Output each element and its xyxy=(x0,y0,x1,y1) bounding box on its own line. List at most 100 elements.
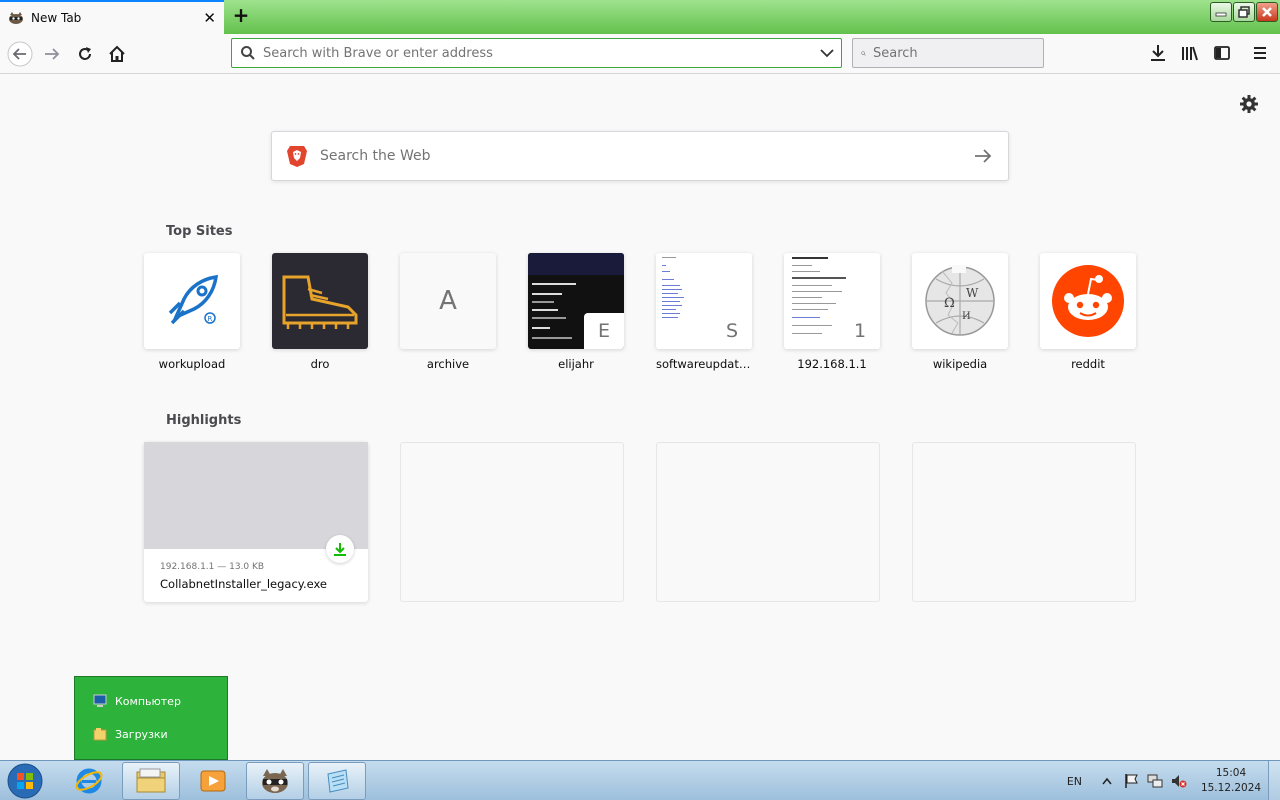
site-letter: S xyxy=(712,313,752,349)
site-tile: Ω W И xyxy=(912,253,1008,349)
reddit-alien-icon xyxy=(1052,265,1124,337)
site-tile: S xyxy=(656,253,752,349)
taskbar-notepad[interactable] xyxy=(308,762,366,800)
highlight-meta: 192.168.1.1 — 13.0 KB xyxy=(160,562,265,572)
taskbar: EN 15:04 15.12.2024 xyxy=(0,760,1280,800)
brave-lion-icon xyxy=(287,146,307,167)
top-site-elijahr[interactable]: E elijahr xyxy=(528,253,624,371)
clock[interactable]: 15:04 15.12.2024 xyxy=(1194,766,1268,796)
svg-text:И: И xyxy=(962,311,971,322)
top-site-192-168-1-1[interactable]: 1 192.168.1.1 xyxy=(784,253,880,371)
jumplist-item-downloads[interactable]: Загрузки xyxy=(93,727,168,741)
top-site-softwareupdate[interactable]: S softwareupdate.... xyxy=(656,253,752,371)
web-search-box[interactable] xyxy=(271,131,1009,181)
media-player-icon xyxy=(200,770,226,792)
network-icon[interactable] xyxy=(1146,772,1164,790)
search-input[interactable] xyxy=(873,45,1043,61)
top-site-reddit[interactable]: reddit xyxy=(1040,253,1136,371)
language-indicator[interactable]: EN xyxy=(1067,775,1082,788)
site-tile: A xyxy=(400,253,496,349)
taskbar-media-player[interactable] xyxy=(184,762,242,800)
url-input[interactable] xyxy=(263,45,813,61)
notepad-icon xyxy=(327,769,349,793)
boot-logo-icon xyxy=(282,275,358,329)
menu-icon[interactable] xyxy=(1245,38,1275,68)
window-controls xyxy=(1210,2,1278,22)
folder-icon xyxy=(93,728,107,741)
browser-raccoon-icon xyxy=(262,769,288,793)
tab-strip: New Tab ✕ + xyxy=(0,0,1280,34)
downloads-icon[interactable] xyxy=(1143,38,1173,68)
search-bar[interactable] xyxy=(852,38,1044,68)
chevron-down-icon[interactable] xyxy=(813,48,841,58)
back-icon[interactable] xyxy=(4,38,36,70)
download-icon xyxy=(326,535,354,563)
highlight-placeholder xyxy=(912,442,1136,602)
highlights-heading: Highlights xyxy=(166,413,242,428)
internet-explorer-icon xyxy=(75,768,103,794)
site-tile xyxy=(1040,253,1136,349)
library-icon[interactable] xyxy=(1175,38,1205,68)
close-icon[interactable]: ✕ xyxy=(203,9,216,27)
wikipedia-globe-icon: Ω W И xyxy=(925,265,995,336)
site-label: dro xyxy=(310,357,330,371)
forward-icon[interactable] xyxy=(36,38,68,70)
new-tab-button[interactable]: + xyxy=(230,5,252,27)
svg-text:Ω: Ω xyxy=(944,296,955,311)
taskbar-browser[interactable] xyxy=(246,762,304,800)
top-site-wikipedia[interactable]: Ω W И wikipedia xyxy=(912,253,1008,371)
site-tile xyxy=(272,253,368,349)
action-center-flag-icon[interactable] xyxy=(1122,772,1140,790)
top-site-archive[interactable]: A archive xyxy=(400,253,496,371)
site-label: softwareupdate.... xyxy=(656,357,752,371)
minimize-icon[interactable] xyxy=(1210,2,1232,22)
highlight-filename: CollabnetInstaller_legacy.exe xyxy=(160,577,328,591)
new-tab-page: Top Sites R workupload xyxy=(0,75,1280,760)
reload-icon[interactable] xyxy=(69,38,101,70)
url-bar[interactable] xyxy=(231,38,842,68)
taskbar-file-explorer[interactable] xyxy=(122,762,180,800)
top-site-workupload[interactable]: R workupload xyxy=(144,253,240,371)
site-label: reddit xyxy=(1071,357,1105,371)
restore-icon[interactable] xyxy=(1233,2,1255,22)
volume-muted-icon[interactable] xyxy=(1170,772,1188,790)
arrow-right-icon[interactable] xyxy=(958,148,1008,164)
home-icon[interactable] xyxy=(101,38,133,70)
clock-date: 15.12.2024 xyxy=(1200,782,1262,794)
site-letter: 1 xyxy=(840,313,880,349)
desktop-toolbar-popup: Компьютер Загрузки xyxy=(74,676,228,760)
search-icon xyxy=(861,50,866,56)
tab-new-tab[interactable]: New Tab ✕ xyxy=(0,0,224,34)
jumplist-label: Загрузки xyxy=(115,727,168,741)
top-sites-heading: Top Sites xyxy=(166,224,233,239)
close-window-icon[interactable] xyxy=(1256,2,1278,22)
taskbar-internet-explorer[interactable] xyxy=(60,762,118,800)
show-desktop-button[interactable] xyxy=(1268,761,1280,800)
site-label: wikipedia xyxy=(932,357,988,371)
site-label: workupload xyxy=(158,357,226,371)
chevron-up-icon[interactable] xyxy=(1098,772,1116,790)
raccoon-icon xyxy=(9,12,23,24)
computer-icon xyxy=(93,694,107,707)
tab-title: New Tab xyxy=(31,11,82,25)
rocket-logo-icon: R xyxy=(168,274,219,325)
gear-icon[interactable] xyxy=(1238,93,1260,115)
site-label: 192.168.1.1 xyxy=(797,357,867,371)
jumplist-item-computer[interactable]: Компьютер xyxy=(93,694,181,708)
start-button[interactable] xyxy=(4,763,46,799)
highlight-placeholder xyxy=(400,442,624,602)
sidebar-icon[interactable] xyxy=(1207,38,1237,68)
svg-text:R: R xyxy=(208,315,213,323)
site-label: archive xyxy=(426,357,470,371)
web-search-input[interactable] xyxy=(320,148,958,164)
nav-bar xyxy=(0,34,1280,74)
site-tile: R xyxy=(144,253,240,349)
highlights-grid: 192.168.1.1 — 13.0 KB CollabnetInstaller… xyxy=(144,442,1136,602)
search-icon xyxy=(241,46,255,60)
highlight-preview xyxy=(144,442,368,549)
highlight-card[interactable]: 192.168.1.1 — 13.0 KB CollabnetInstaller… xyxy=(144,442,368,602)
site-tile: 1 xyxy=(784,253,880,349)
top-site-dro[interactable]: dro xyxy=(272,253,368,371)
highlight-placeholder xyxy=(656,442,880,602)
top-sites-grid: R workupload dro A archive E elijahr S s… xyxy=(144,253,1136,371)
